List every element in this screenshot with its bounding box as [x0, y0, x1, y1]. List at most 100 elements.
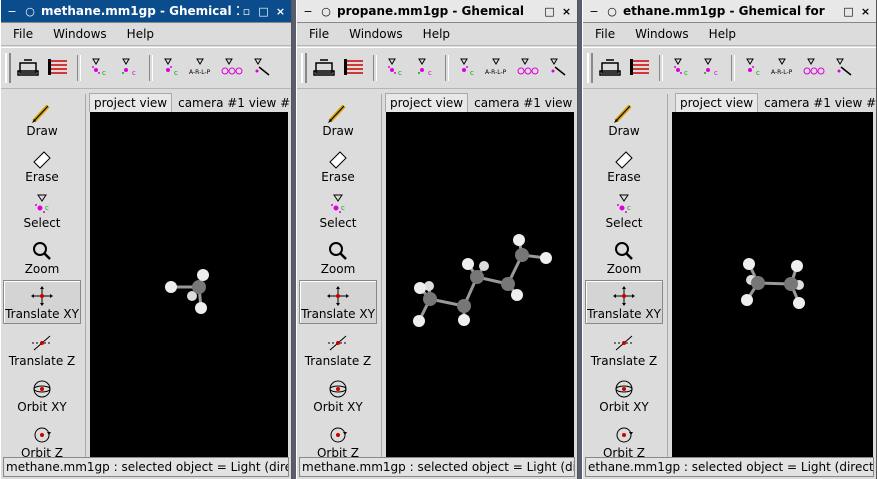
toolbar-handle[interactable]: [587, 53, 593, 83]
tab-camera-view[interactable]: camera #1 view #1: [760, 94, 876, 112]
tool-select-button[interactable]: c Select: [3, 188, 81, 232]
window-menu-icon[interactable]: −: [5, 4, 19, 18]
atom-select-icon-button[interactable]: c: [669, 55, 695, 81]
tool-erase-button[interactable]: Erase: [299, 142, 377, 186]
tool-translate-xy-button[interactable]: Translate XY: [3, 280, 81, 324]
menu-file[interactable]: File: [309, 27, 329, 41]
title-bar[interactable]: − ○ ethane.mm1gp - Ghemical for □ ×: [583, 0, 876, 23]
tool-zoom-button[interactable]: Zoom: [585, 234, 663, 278]
tool-orbit-z-button[interactable]: Orbit Z: [299, 418, 377, 457]
tool-select-button[interactable]: c Select: [299, 188, 377, 232]
sticky-icon[interactable]: ○: [23, 4, 37, 18]
toolbar-separator: [659, 55, 663, 81]
tool-translate-z-button[interactable]: Translate Z: [299, 326, 377, 370]
label-icon-button[interactable]: A-R-L-P: [485, 55, 511, 81]
tool-label: Select: [23, 216, 61, 230]
draw-icon: [326, 102, 350, 124]
tool-orbit-z-button[interactable]: Orbit Z: [3, 418, 81, 457]
close-icon[interactable]: ×: [559, 3, 574, 19]
label-icon-button[interactable]: A-R-L-P: [771, 55, 797, 81]
minimize-icon[interactable]: ▫: [239, 3, 254, 19]
tool-label: Zoom: [24, 262, 60, 276]
tool-zoom-button[interactable]: Zoom: [3, 234, 81, 278]
tool-erase-button[interactable]: Erase: [585, 142, 663, 186]
wand-icon-button[interactable]: [831, 55, 857, 81]
tool-label: Translate Z: [590, 354, 658, 368]
tab-project-view[interactable]: project view: [385, 93, 469, 112]
menu-file[interactable]: File: [595, 27, 615, 41]
tool-translate-xy-button[interactable]: Translate XY: [585, 280, 663, 324]
list-icon-button[interactable]: [341, 55, 367, 81]
maximize-icon[interactable]: □: [841, 3, 856, 19]
wand-icon-button[interactable]: [545, 55, 571, 81]
menu-windows[interactable]: Windows: [349, 27, 403, 41]
molecule-viewport[interactable]: [672, 112, 873, 457]
new-file-icon: [313, 57, 335, 80]
tool-translate-z-button[interactable]: Translate Z: [3, 326, 81, 370]
sticky-icon[interactable]: ○: [605, 4, 619, 18]
toolbar-handle[interactable]: [301, 53, 307, 83]
maximize-icon[interactable]: □: [542, 3, 557, 19]
window-propane: − ○ propane.mm1gp - Ghemical □ × File Wi…: [296, 0, 578, 479]
atom-select-icon-button[interactable]: c: [741, 55, 767, 81]
tool-orbit-xy-button[interactable]: Orbit XY: [299, 372, 377, 416]
window-menu-icon[interactable]: −: [301, 4, 315, 18]
atom-select-icon-1: c: [385, 57, 407, 80]
new-file-icon-button[interactable]: [311, 55, 337, 81]
tool-orbit-xy-button[interactable]: Orbit XY: [585, 372, 663, 416]
new-file-icon-button[interactable]: [15, 55, 41, 81]
wand-icon: [251, 57, 273, 80]
title-bar[interactable]: − ○ propane.mm1gp - Ghemical □ ×: [297, 0, 577, 23]
translate-xy-icon: [30, 285, 54, 307]
molecule-viewport[interactable]: [90, 112, 288, 457]
new-file-icon-button[interactable]: [597, 55, 623, 81]
atom-select-icon-button[interactable]: c: [699, 55, 725, 81]
tool-label: Zoom: [606, 262, 642, 276]
menu-help[interactable]: Help: [127, 27, 154, 41]
tool-draw-button[interactable]: Draw: [299, 96, 377, 140]
toolbar-handle[interactable]: [5, 53, 11, 83]
tool-draw-button[interactable]: Draw: [585, 96, 663, 140]
tool-orbit-z-button[interactable]: Orbit Z: [585, 418, 663, 457]
label-icon-button[interactable]: A-R-L-P: [189, 55, 215, 81]
molecule-viewport[interactable]: [386, 112, 574, 457]
rings-icon-button[interactable]: [219, 55, 245, 81]
maximize-icon[interactable]: □: [256, 3, 271, 19]
draw-icon: [30, 102, 54, 124]
close-icon[interactable]: ×: [273, 3, 288, 19]
tool-select-button[interactable]: c Select: [585, 188, 663, 232]
sticky-icon[interactable]: ○: [319, 4, 333, 18]
close-icon[interactable]: ×: [858, 3, 873, 19]
atom-select-icon-button[interactable]: c: [117, 55, 143, 81]
menu-help[interactable]: Help: [709, 27, 736, 41]
tab-project-view[interactable]: project view: [89, 93, 173, 112]
list-icon-button[interactable]: [627, 55, 653, 81]
menu-help[interactable]: Help: [423, 27, 450, 41]
atom-select-icon-button[interactable]: c: [413, 55, 439, 81]
rings-icon-button[interactable]: [801, 55, 827, 81]
atom-select-icon-button[interactable]: c: [159, 55, 185, 81]
window-menu-icon[interactable]: −: [587, 4, 601, 18]
tool-translate-z-button[interactable]: Translate Z: [585, 326, 663, 370]
title-bar[interactable]: − ○ methane.mm1gp - Ghemical 1 ▫ □ ×: [1, 0, 291, 23]
wand-icon-button[interactable]: [249, 55, 275, 81]
tool-zoom-button[interactable]: Zoom: [299, 234, 377, 278]
svg-text:A-R-L-P: A-R-L-P: [771, 69, 793, 76]
atom-select-icon-button[interactable]: c: [455, 55, 481, 81]
menu-windows[interactable]: Windows: [53, 27, 107, 41]
list-icon-button[interactable]: [45, 55, 71, 81]
atom-select-icon-button[interactable]: c: [383, 55, 409, 81]
orbit-xy-icon: [30, 378, 54, 400]
tab-camera-view[interactable]: camera #1 view #1: [174, 94, 291, 112]
tool-erase-button[interactable]: Erase: [3, 142, 81, 186]
window-title: methane.mm1gp - Ghemical 1: [41, 4, 239, 18]
tab-camera-view[interactable]: camera #1 view #1: [470, 94, 577, 112]
rings-icon-button[interactable]: [515, 55, 541, 81]
tool-translate-xy-button[interactable]: Translate XY: [299, 280, 377, 324]
atom-select-icon-button[interactable]: c: [87, 55, 113, 81]
tool-draw-button[interactable]: Draw: [3, 96, 81, 140]
tool-orbit-xy-button[interactable]: Orbit XY: [3, 372, 81, 416]
tab-project-view[interactable]: project view: [675, 93, 759, 112]
menu-windows[interactable]: Windows: [635, 27, 689, 41]
menu-file[interactable]: File: [13, 27, 33, 41]
